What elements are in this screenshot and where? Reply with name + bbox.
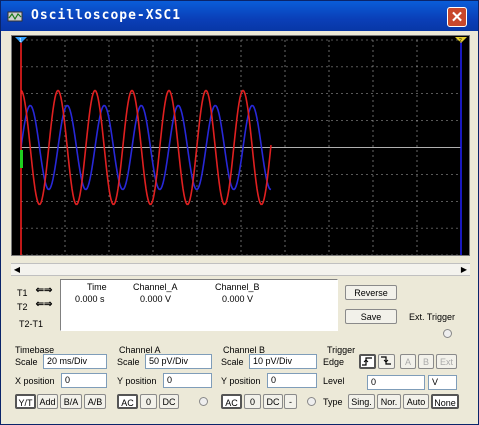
mode-yt-button[interactable]: Y/T bbox=[15, 394, 36, 409]
close-button[interactable]: ✕ bbox=[447, 7, 467, 27]
t1-time-value: 0.000 s bbox=[75, 294, 105, 304]
t1-channel-a-value: 0.000 V bbox=[140, 294, 172, 304]
channel-b-header: Channel_B bbox=[215, 282, 260, 292]
mode-ab-button[interactable]: A/B bbox=[84, 394, 106, 409]
x-position-field[interactable]: 0 bbox=[61, 373, 107, 388]
channel-b-ypos-field[interactable]: 0 bbox=[267, 373, 317, 388]
channel-b-dc-button[interactable]: DC bbox=[263, 394, 283, 409]
trigger-source-b-button[interactable]: B bbox=[418, 354, 434, 369]
trigger-level-unit-select[interactable]: V bbox=[428, 375, 457, 390]
t2t1-label: T2-T1 bbox=[19, 319, 44, 329]
time-header: Time bbox=[87, 282, 107, 292]
channel-b-terminal-icon[interactable] bbox=[307, 397, 316, 406]
x-position-label: X position bbox=[15, 376, 55, 386]
edge-label: Edge bbox=[323, 357, 345, 367]
oscilloscope-screen[interactable]: 1 2 bbox=[11, 35, 470, 256]
trigger-type-normal-button[interactable]: Nor. bbox=[377, 394, 401, 409]
channel-b-minus-button[interactable]: - bbox=[284, 394, 297, 409]
trigger-group-label: Trigger bbox=[327, 345, 356, 355]
falling-edge-icon[interactable] bbox=[378, 354, 395, 369]
channel-b-scale-label: Scale bbox=[221, 357, 244, 367]
trigger-type-none-button[interactable]: None bbox=[431, 394, 459, 409]
trigger-type-auto-button[interactable]: Auto bbox=[403, 394, 429, 409]
save-button[interactable]: Save bbox=[345, 309, 397, 324]
waveform-display: 1 2 bbox=[15, 37, 467, 256]
rising-edge-icon[interactable] bbox=[359, 354, 376, 369]
oscilloscope-window: Oscilloscope-XSC1 ✕ 1 2 ◀ ▶ T1 ⇐⇒ T2 ⇐⇒ … bbox=[0, 0, 479, 425]
time-scrollbar[interactable]: ◀ ▶ bbox=[11, 263, 470, 276]
oscilloscope-app-icon bbox=[7, 11, 23, 22]
screen-grid bbox=[20, 39, 462, 256]
channel-a-ypos-field[interactable]: 0 bbox=[163, 373, 212, 388]
channel-b-ac-button[interactable]: AC bbox=[221, 394, 242, 409]
channel-a-ypos-label: Y position bbox=[117, 376, 157, 386]
timebase-scale-field[interactable]: 20 ms/Div bbox=[43, 354, 107, 369]
channel-b-group: Channel B Scale 10 pV/Div Y position 0 A… bbox=[217, 345, 321, 411]
trigger-source-a-button[interactable]: A bbox=[400, 354, 416, 369]
window-title: Oscilloscope-XSC1 bbox=[31, 8, 182, 23]
trigger-level-field[interactable]: 0 bbox=[367, 375, 425, 390]
timebase-scale-label: Scale bbox=[15, 357, 38, 367]
title-bar[interactable]: Oscilloscope-XSC1 ✕ bbox=[1, 1, 478, 31]
channel-a-scale-field[interactable]: 50 pV/Div bbox=[145, 354, 212, 369]
channel-a-group: Channel A Scale 50 pV/Div Y position 0 A… bbox=[113, 345, 215, 411]
channel-a-header: Channel_A bbox=[133, 282, 178, 292]
t2-move-arrows-icon[interactable]: ⇐⇒ bbox=[33, 299, 55, 312]
readout-area: T1 ⇐⇒ T2 ⇐⇒ T2-T1 Time Channel_A Channel… bbox=[11, 279, 470, 338]
cursor-t1-handle-label: 1 bbox=[19, 38, 22, 44]
channel-a-scale-label: Scale bbox=[117, 357, 140, 367]
channel-a-zero-button[interactable]: 0 bbox=[140, 394, 157, 409]
channel-a-ac-button[interactable]: AC bbox=[117, 394, 138, 409]
channel-b-ypos-label: Y position bbox=[221, 376, 261, 386]
timebase-group: Timebase Scale 20 ms/Div X position 0 Y/… bbox=[11, 345, 111, 411]
t1-channel-b-value: 0.000 V bbox=[222, 294, 254, 304]
mode-ba-button[interactable]: B/A bbox=[60, 394, 82, 409]
channel-b-scale-field[interactable]: 10 pV/Div bbox=[249, 354, 317, 369]
cursor-t2-handle-label: 2 bbox=[459, 38, 462, 44]
readout-table: Time Channel_A Channel_B 0.000 s 0.000 V… bbox=[60, 279, 338, 331]
mode-add-button[interactable]: Add bbox=[37, 394, 58, 409]
scroll-left-icon[interactable]: ◀ bbox=[11, 264, 23, 275]
trigger-source-ext-button[interactable]: Ext bbox=[436, 354, 457, 369]
channel-a-dc-button[interactable]: DC bbox=[159, 394, 179, 409]
cursor-t1-trace-marker bbox=[20, 150, 23, 168]
t2-label: T2 bbox=[17, 302, 28, 312]
t1-move-arrows-icon[interactable]: ⇐⇒ bbox=[33, 285, 55, 298]
channel-b-zero-button[interactable]: 0 bbox=[244, 394, 261, 409]
level-label: Level bbox=[323, 376, 345, 386]
ext-trigger-label: Ext. Trigger bbox=[409, 312, 456, 322]
trigger-group: Trigger Edge A B Ext Level 0 V Type Sing… bbox=[321, 345, 471, 411]
type-label: Type bbox=[323, 397, 343, 407]
trigger-type-single-button[interactable]: Sing. bbox=[348, 394, 375, 409]
channel-a-terminal-icon[interactable] bbox=[199, 397, 208, 406]
ext-trigger-terminal-icon[interactable] bbox=[443, 329, 452, 338]
scroll-right-icon[interactable]: ▶ bbox=[458, 264, 470, 275]
reverse-button[interactable]: Reverse bbox=[345, 285, 397, 300]
t1-label: T1 bbox=[17, 288, 28, 298]
